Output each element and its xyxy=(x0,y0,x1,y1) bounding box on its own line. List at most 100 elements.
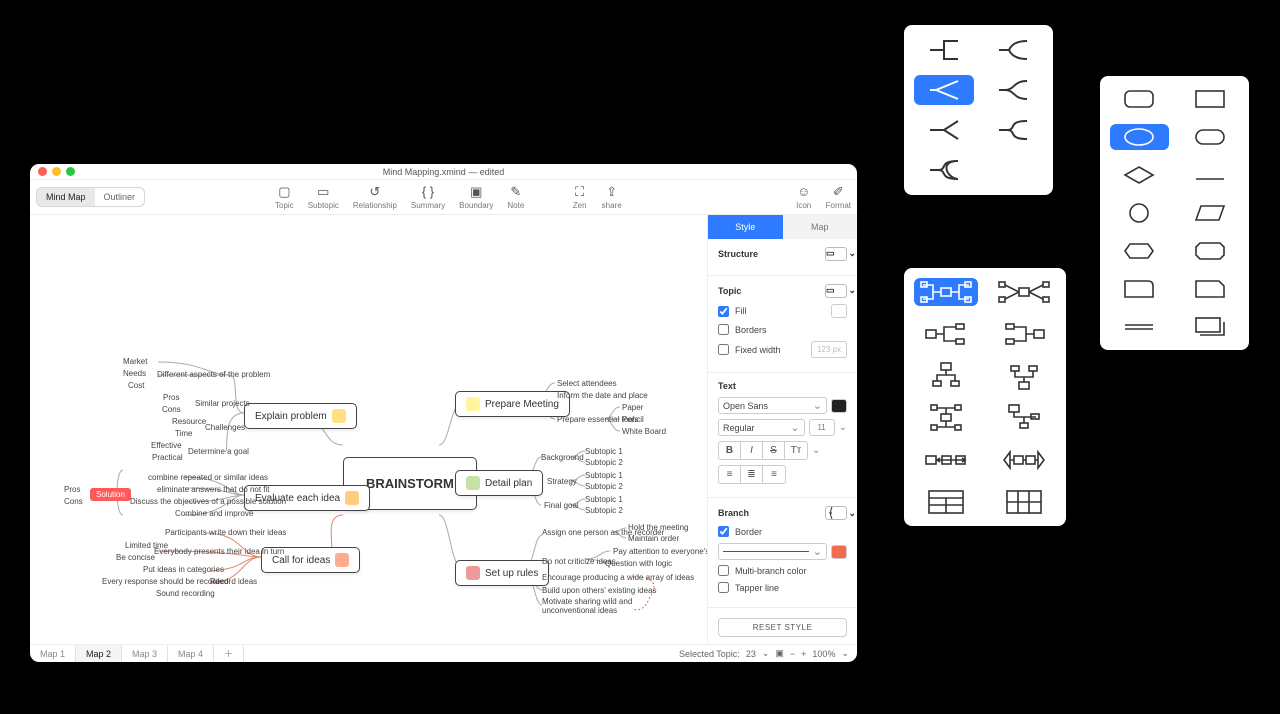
twig[interactable]: Build upon others' existing ideas xyxy=(542,586,657,595)
mindmap-canvas[interactable]: BRAINSTORM Explain problem Evaluate each… xyxy=(30,215,707,644)
chevron-down-icon[interactable]: ⌄ xyxy=(841,648,849,659)
twig[interactable]: Cons xyxy=(64,497,83,506)
chk-multibranch[interactable] xyxy=(718,565,729,576)
structure-picker[interactable]: ▭⌄ xyxy=(825,247,847,261)
btn-align-left[interactable]: ≡ xyxy=(719,466,741,483)
twig[interactable]: Background xyxy=(541,453,584,462)
zoom-out-button[interactable]: − xyxy=(790,649,795,659)
chk-border[interactable] xyxy=(718,526,729,537)
twig[interactable]: White Board xyxy=(622,427,666,436)
shape-option-rect[interactable] xyxy=(1181,86,1240,112)
view-mindmap[interactable]: Mind Map xyxy=(37,188,95,206)
twig[interactable]: combine repeated or similar ideas xyxy=(148,473,268,482)
twig[interactable]: Motivate sharing wild and unconventional… xyxy=(542,597,652,615)
font-size-input[interactable]: 11 xyxy=(809,419,835,436)
font-weight-select[interactable]: Regular xyxy=(718,419,805,436)
structure-option[interactable] xyxy=(914,320,978,348)
tool-format[interactable]: ✐Format xyxy=(826,185,851,210)
shape-option-hexagon-flat[interactable] xyxy=(1181,238,1240,264)
branch-style-picker[interactable]: ⌄ xyxy=(825,506,847,520)
twig[interactable]: Different aspects of the problem xyxy=(157,370,270,379)
twig[interactable]: Question with logic xyxy=(605,559,672,568)
twig[interactable]: Subtopic 2 xyxy=(585,482,623,491)
minimize-window-button[interactable] xyxy=(52,167,61,176)
twig[interactable]: Every response should be recorded xyxy=(102,577,228,586)
btn-strike[interactable]: S xyxy=(763,442,785,459)
structure-option[interactable] xyxy=(914,446,978,474)
twig[interactable]: Needs xyxy=(123,369,146,378)
node-explain-problem[interactable]: Explain problem xyxy=(244,403,357,429)
structure-option[interactable] xyxy=(992,320,1056,348)
twig[interactable]: Determine a goal xyxy=(188,447,249,456)
shape-option-cut-rect[interactable] xyxy=(1181,276,1240,302)
node-set-up-rules[interactable]: Set up rules xyxy=(455,560,549,586)
stroke-style-select[interactable] xyxy=(718,543,827,560)
shape-option-hexagon[interactable] xyxy=(1110,238,1169,264)
tool-share[interactable]: ⇪share xyxy=(602,185,622,210)
fill-color[interactable] xyxy=(831,304,847,318)
text-color[interactable] xyxy=(831,399,847,413)
shape-option-parallelogram[interactable] xyxy=(1181,200,1240,226)
structure-option[interactable] xyxy=(992,404,1056,432)
structure-option[interactable] xyxy=(992,278,1056,306)
node-prepare-meeting[interactable]: Prepare Meeting xyxy=(455,391,570,417)
shape-option-double-line[interactable] xyxy=(1110,314,1169,340)
twig[interactable]: Resource xyxy=(172,417,206,426)
branch-style-option[interactable] xyxy=(984,115,1044,145)
chk-borders[interactable] xyxy=(718,324,729,335)
branch-style-option[interactable] xyxy=(914,115,974,145)
twig[interactable]: Sound recording xyxy=(156,589,215,598)
twig[interactable]: Discuss the objectives of a possible sol… xyxy=(130,497,286,506)
shape-option-capsule[interactable] xyxy=(1181,124,1240,150)
tab-map[interactable]: Map xyxy=(783,215,858,239)
twig[interactable]: Market xyxy=(123,357,147,366)
fixed-width-input[interactable]: 123 px xyxy=(811,341,847,358)
structure-option[interactable] xyxy=(914,362,978,390)
tool-summary[interactable]: { }Summary xyxy=(411,185,445,210)
btn-italic[interactable]: I xyxy=(741,442,763,459)
branch-style-option[interactable] xyxy=(984,35,1044,65)
twig[interactable]: Pros xyxy=(163,393,179,402)
twig[interactable]: Time xyxy=(175,429,192,438)
sheet-tab[interactable]: Map 4 xyxy=(168,645,214,662)
twig[interactable]: Practical xyxy=(152,453,183,462)
twig[interactable]: Subtopic 1 xyxy=(585,471,623,480)
twig[interactable]: Cons xyxy=(162,405,181,414)
stroke-color[interactable] xyxy=(831,545,847,559)
twig[interactable]: eliminate answers that do not fit xyxy=(157,485,270,494)
view-outliner[interactable]: Outliner xyxy=(95,188,145,206)
chevron-down-icon[interactable]: ⌄ xyxy=(762,648,770,659)
shape-option-underline[interactable] xyxy=(1181,162,1240,188)
structure-option[interactable] xyxy=(992,446,1056,474)
branch-style-option[interactable] xyxy=(914,155,974,185)
structure-option[interactable] xyxy=(992,362,1056,390)
twig[interactable]: Strategy xyxy=(547,477,577,486)
branch-style-option[interactable] xyxy=(914,75,974,105)
structure-option[interactable] xyxy=(992,488,1056,516)
add-sheet-button[interactable]: ＋ xyxy=(214,645,244,662)
zoom-in-button[interactable]: + xyxy=(801,649,806,659)
twig[interactable]: Inform the date and place xyxy=(557,391,648,400)
sheet-tab[interactable]: Map 1 xyxy=(30,645,76,662)
tool-boundary[interactable]: ▣Boundary xyxy=(459,185,493,210)
shape-option-single-rounded[interactable] xyxy=(1110,276,1169,302)
twig[interactable]: Subtopic 2 xyxy=(585,458,623,467)
close-window-button[interactable] xyxy=(38,167,47,176)
tool-topic[interactable]: ▢Topic xyxy=(275,185,294,210)
twig[interactable]: Pencil xyxy=(622,415,644,424)
twig[interactable]: Pay attention to everyone's ideas xyxy=(613,547,707,556)
twig[interactable]: Pros xyxy=(64,485,80,494)
maximize-window-button[interactable] xyxy=(66,167,75,176)
shape-option-rounded[interactable] xyxy=(1110,86,1169,112)
twig[interactable]: Participants write down their ideas xyxy=(165,528,286,537)
twig[interactable]: Maintain order xyxy=(628,534,679,543)
twig[interactable]: Final goal xyxy=(544,501,579,510)
twig[interactable]: Combine and improve xyxy=(175,509,253,518)
twig[interactable]: Hold the meeting xyxy=(628,523,688,532)
chk-fill[interactable] xyxy=(718,306,729,317)
twig[interactable]: Encourage producing a wide array of idea… xyxy=(542,573,694,582)
structure-option[interactable] xyxy=(914,488,978,516)
tool-note[interactable]: ✎Note xyxy=(507,185,524,210)
btn-align-center[interactable]: ≣ xyxy=(741,466,763,483)
reset-style-button[interactable]: RESET STYLE xyxy=(718,618,847,637)
